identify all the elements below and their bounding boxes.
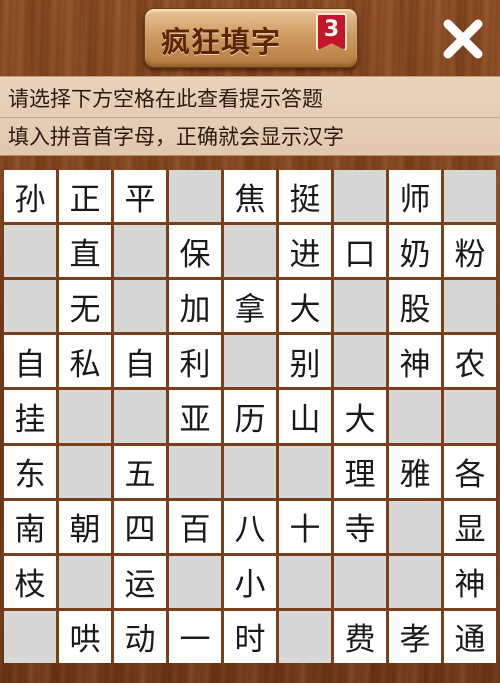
grid-cell-empty[interactable] [4, 610, 56, 663]
grid-cell-empty[interactable] [224, 445, 276, 498]
grid-cell-filled[interactable]: 哄 [59, 610, 111, 663]
hint-text-select: 请选择下方空格在此查看提示答题 [8, 87, 323, 111]
close-icon [443, 19, 483, 59]
grid-cell-filled[interactable]: 雅 [389, 445, 441, 498]
grid-cell-empty[interactable] [4, 225, 56, 278]
grid-cell-filled[interactable]: 山 [279, 390, 331, 443]
grid-cell-empty[interactable] [334, 170, 386, 223]
grid-cell-filled[interactable]: 平 [114, 170, 166, 223]
grid-cell-filled[interactable]: 费 [334, 610, 386, 663]
grid-cell-filled[interactable]: 朝 [59, 500, 111, 553]
grid-cell-empty[interactable] [334, 280, 386, 333]
grid-cell-filled[interactable]: 理 [334, 445, 386, 498]
grid-cell-filled[interactable]: 直 [59, 225, 111, 278]
grid-cell-filled[interactable]: 大 [334, 390, 386, 443]
top-bar: 疯狂填字 3 [0, 0, 500, 74]
grid-cell-empty[interactable] [444, 170, 496, 223]
grid-cell-filled[interactable]: 利 [169, 335, 221, 388]
hint-text-pinyin: 填入拼音首字母，正确就会显示汉字 [8, 125, 344, 149]
grid-cell-empty[interactable] [114, 280, 166, 333]
grid-cell-filled[interactable]: 师 [389, 170, 441, 223]
grid-cell-empty[interactable] [59, 390, 111, 443]
grid-cell-filled[interactable]: 东 [4, 445, 56, 498]
grid-cell-filled[interactable]: 枝 [4, 555, 56, 608]
hint-panel: 请选择下方空格在此查看提示答题 填入拼音首字母，正确就会显示汉字 [0, 76, 500, 156]
grid-cell-filled[interactable]: 大 [279, 280, 331, 333]
grid-cell-empty[interactable] [114, 225, 166, 278]
grid-cell-filled[interactable]: 一 [169, 610, 221, 663]
grid-cell-empty[interactable] [59, 445, 111, 498]
grid-cell-empty[interactable] [224, 225, 276, 278]
grid-cell-filled[interactable]: 亚 [169, 390, 221, 443]
grid-cell-filled[interactable]: 别 [279, 335, 331, 388]
grid-cell-filled[interactable]: 正 [59, 170, 111, 223]
grid-cell-filled[interactable]: 通 [444, 610, 496, 663]
grid-cell-filled[interactable]: 动 [114, 610, 166, 663]
grid-cell-filled[interactable]: 无 [59, 280, 111, 333]
grid-cell-filled[interactable]: 挺 [279, 170, 331, 223]
grid-cell-filled[interactable]: 各 [444, 445, 496, 498]
grid-cell-empty[interactable] [334, 555, 386, 608]
level-badge: 3 [316, 13, 347, 51]
grid-cell-filled[interactable]: 时 [224, 610, 276, 663]
grid-cell-filled[interactable]: 八 [224, 500, 276, 553]
grid-cell-filled[interactable]: 奶 [389, 225, 441, 278]
grid-cell-filled[interactable]: 小 [224, 555, 276, 608]
grid-cell-empty[interactable] [279, 445, 331, 498]
crossword-grid: 孙正平焦挺师直保进口奶粉无加拿大股自私自利别神农挂亚历山大东五理雅各南朝四百八十… [4, 170, 496, 663]
grid-cell-empty[interactable] [389, 500, 441, 553]
grid-cell-filled[interactable]: 自 [4, 335, 56, 388]
grid-cell-filled[interactable]: 神 [444, 555, 496, 608]
grid-cell-filled[interactable]: 粉 [444, 225, 496, 278]
grid-cell-empty[interactable] [114, 390, 166, 443]
close-button[interactable] [438, 14, 488, 64]
grid-cell-filled[interactable]: 四 [114, 500, 166, 553]
grid-cell-empty[interactable] [389, 390, 441, 443]
grid-cell-empty[interactable] [59, 555, 111, 608]
grid-cell-filled[interactable]: 神 [389, 335, 441, 388]
grid-cell-filled[interactable]: 口 [334, 225, 386, 278]
grid-cell-filled[interactable]: 私 [59, 335, 111, 388]
grid-cell-empty[interactable] [4, 280, 56, 333]
grid-cell-filled[interactable]: 百 [169, 500, 221, 553]
grid-cell-filled[interactable]: 股 [389, 280, 441, 333]
grid-cell-empty[interactable] [279, 610, 331, 663]
grid-cell-empty[interactable] [444, 280, 496, 333]
grid-cell-filled[interactable]: 农 [444, 335, 496, 388]
grid-cell-filled[interactable]: 十 [279, 500, 331, 553]
grid-cell-filled[interactable]: 运 [114, 555, 166, 608]
grid-cell-empty[interactable] [169, 170, 221, 223]
grid-cell-filled[interactable]: 保 [169, 225, 221, 278]
grid-cell-filled[interactable]: 孙 [4, 170, 56, 223]
grid-cell-filled[interactable]: 自 [114, 335, 166, 388]
grid-cell-filled[interactable]: 进 [279, 225, 331, 278]
grid-cell-empty[interactable] [444, 390, 496, 443]
grid-cell-filled[interactable]: 孝 [389, 610, 441, 663]
hint-divider [0, 117, 500, 118]
level-number: 3 [323, 17, 340, 42]
grid-cell-filled[interactable]: 南 [4, 500, 56, 553]
grid-cell-filled[interactable]: 挂 [4, 390, 56, 443]
grid-cell-empty[interactable] [169, 555, 221, 608]
grid-cell-filled[interactable]: 寺 [334, 500, 386, 553]
grid-cell-filled[interactable]: 历 [224, 390, 276, 443]
grid-cell-empty[interactable] [224, 335, 276, 388]
game-title: 疯狂填字 [161, 25, 282, 59]
grid-cell-empty[interactable] [334, 335, 386, 388]
grid-cell-filled[interactable]: 显 [444, 500, 496, 553]
grid-cell-filled[interactable]: 五 [114, 445, 166, 498]
grid-cell-empty[interactable] [169, 445, 221, 498]
grid-cell-filled[interactable]: 焦 [224, 170, 276, 223]
grid-cell-filled[interactable]: 拿 [224, 280, 276, 333]
grid-cell-empty[interactable] [389, 555, 441, 608]
game-title-plaque: 疯狂填字 3 [144, 8, 358, 68]
grid-cell-empty[interactable] [279, 555, 331, 608]
grid-cell-filled[interactable]: 加 [169, 280, 221, 333]
